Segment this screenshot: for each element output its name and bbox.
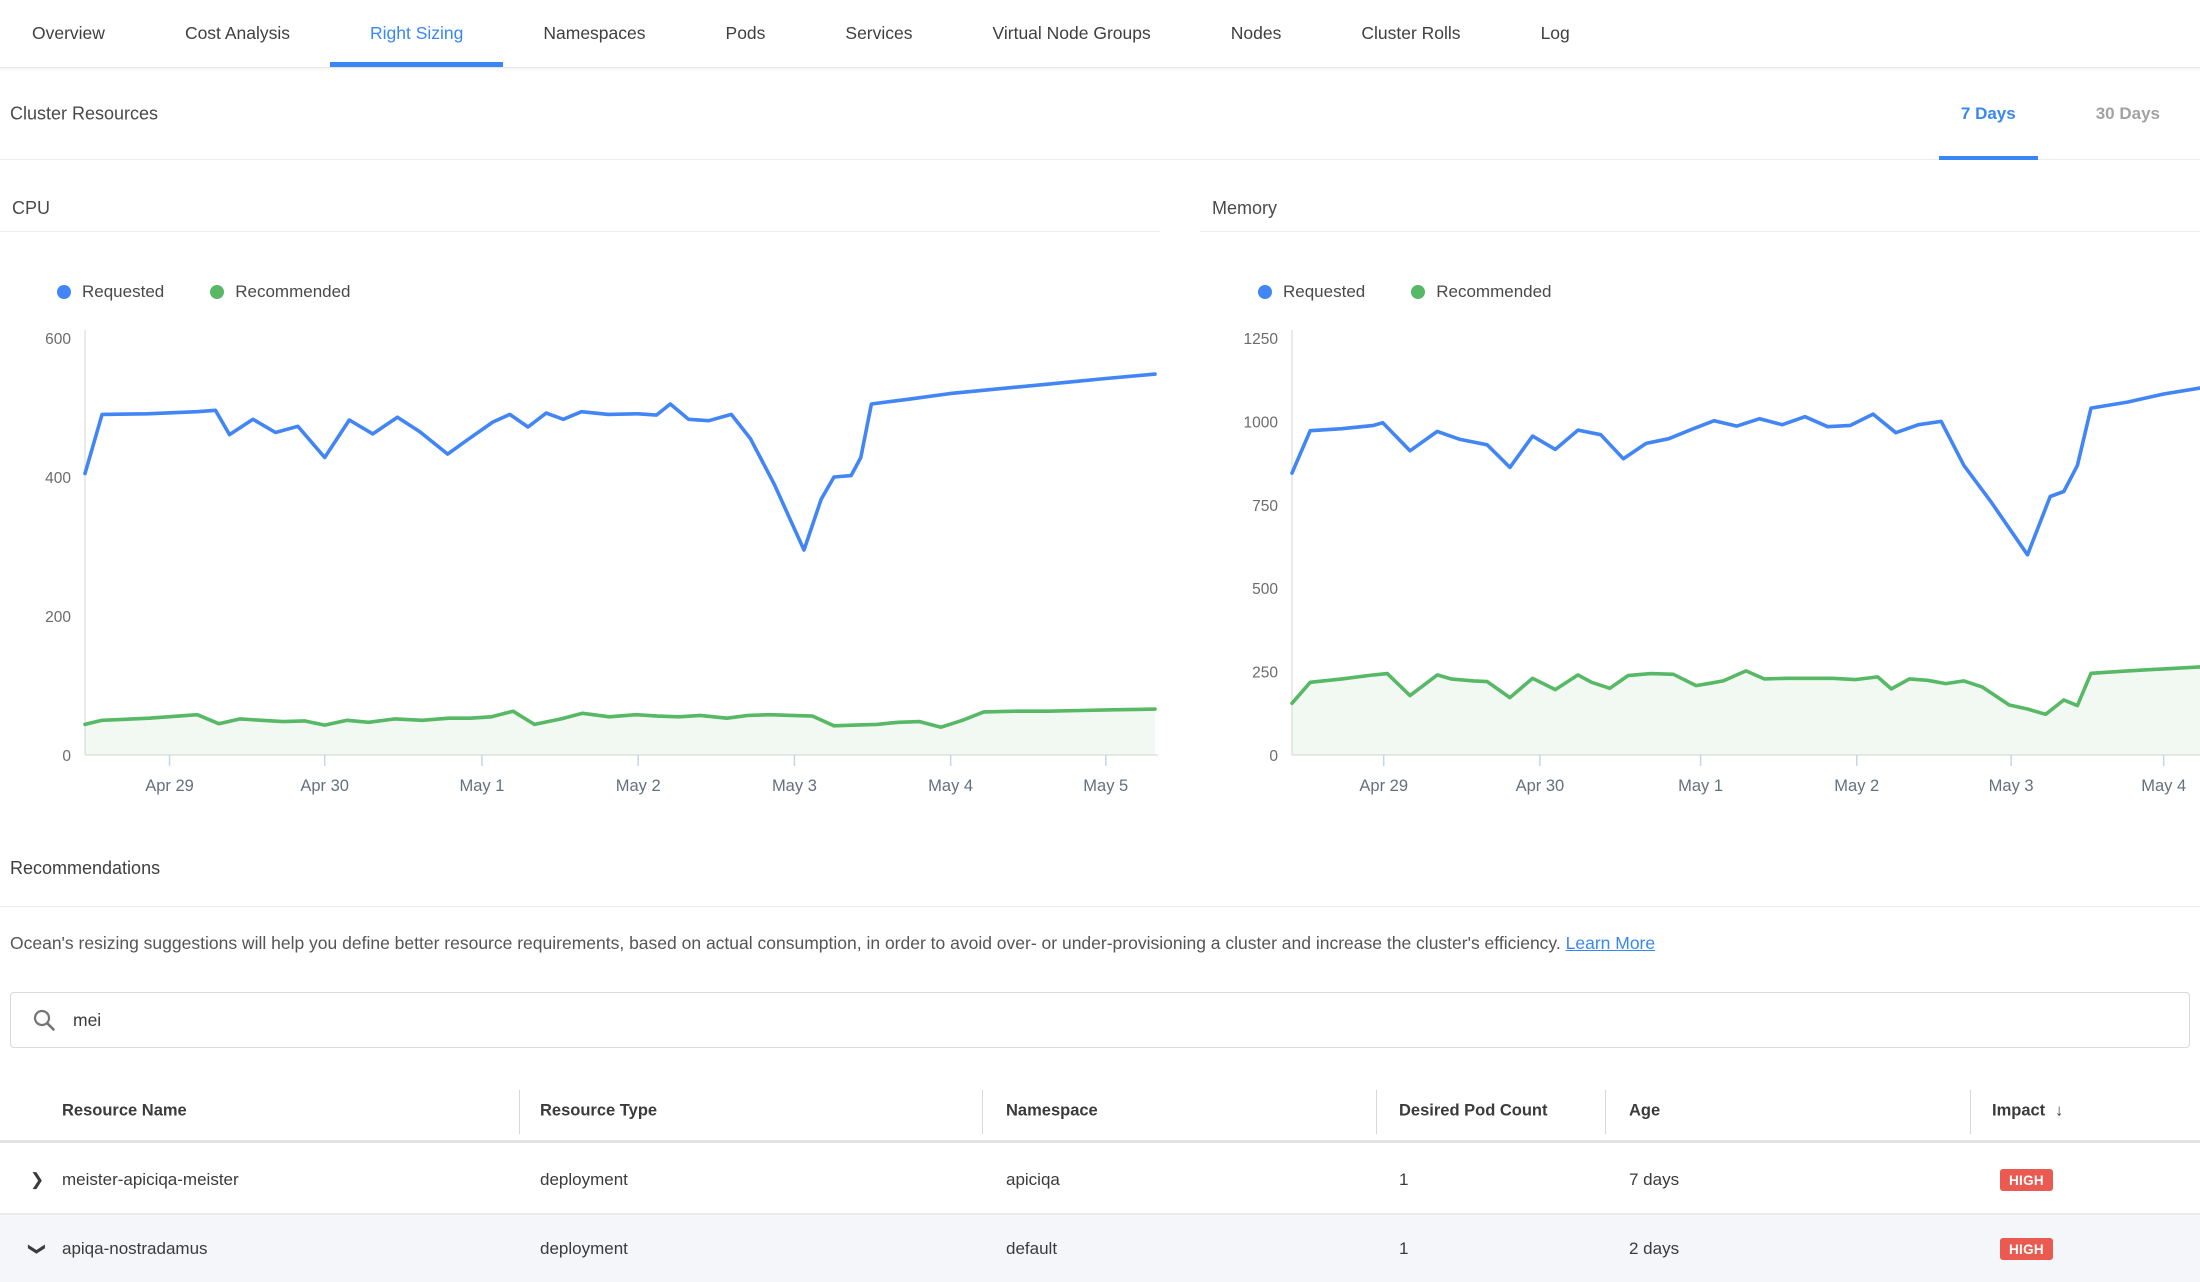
resource-type-cell: deployment [540,1239,628,1259]
svg-text:Apr 29: Apr 29 [145,777,194,795]
desired-pod-count-cell: 1 [1399,1170,1408,1190]
svg-text:May 4: May 4 [2141,777,2186,795]
tab-virtual-node-groups[interactable]: Virtual Node Groups [953,0,1191,67]
memory-chart: 0 250 500 750 1000 1250 Apr 29 Apr 30 May 1 May 2… [1210,315,2200,800]
svg-text:0: 0 [62,748,71,765]
search-box[interactable] [10,992,2190,1048]
period-tab-7-days[interactable]: 7 Days [1921,68,2056,159]
table-row: ❯ apiqa-nostradamus deployment default 1 2 da… [0,1215,2200,1282]
svg-text:Apr 29: Apr 29 [1359,777,1408,795]
col-header-resource-name[interactable]: Resource Name [62,1102,187,1121]
svg-text:May 5: May 5 [1083,777,1128,795]
col-header-age[interactable]: Age [1629,1102,1660,1121]
resource-name-link[interactable]: meister-apiciqa-meister [62,1170,239,1190]
col-header-impact[interactable]: Impact↓ [1992,1102,2063,1121]
impact-cell: HIGH [2000,1169,2053,1191]
svg-text:May 3: May 3 [772,777,817,795]
age-cell: 2 days [1629,1239,1679,1259]
cpu-title-divider [0,231,1160,232]
tab-cluster-rolls[interactable]: Cluster Rolls [1321,0,1500,67]
table-header: Resource Name Resource Type Namespace De… [0,1082,2200,1143]
chevron-right-icon[interactable]: ❯ [30,1170,44,1190]
tab-namespaces[interactable]: Namespaces [503,0,685,67]
tab-overview[interactable]: Overview [0,0,145,67]
svg-text:0: 0 [1269,748,1278,765]
legend-item-recommended[interactable]: Recommended [1411,282,1551,302]
column-separator [519,1090,520,1134]
svg-text:May 3: May 3 [1989,777,2034,795]
svg-text:Apr 30: Apr 30 [300,777,349,795]
col-header-desired-pod-count[interactable]: Desired Pod Count [1399,1102,1548,1121]
arrow-down-icon[interactable]: ↓ [2055,1103,2063,1120]
svg-text:750: 750 [1252,498,1278,515]
svg-text:May 4: May 4 [928,777,973,795]
tab-log[interactable]: Log [1501,0,1610,67]
requested-dot-icon [1258,285,1272,299]
svg-text:200: 200 [45,609,71,626]
legend-label: Recommended [235,282,350,302]
svg-text:250: 250 [1252,665,1278,682]
recommendations-text: Ocean's resizing suggestions will help y… [10,933,1566,953]
impact-cell: HIGH [2000,1238,2053,1260]
svg-text:Apr 30: Apr 30 [1516,777,1565,795]
svg-text:400: 400 [45,470,71,487]
memory-title-divider [1200,231,2200,232]
recommendations-title: Recommendations [10,858,160,879]
tab-pods[interactable]: Pods [686,0,806,67]
requested-dot-icon [57,285,71,299]
learn-more-link[interactable]: Learn More [1566,933,1656,953]
column-separator [1376,1090,1377,1134]
namespace-cell: default [1006,1239,1057,1259]
cpu-legend: Requested Recommended [57,282,397,302]
svg-text:1250: 1250 [1244,331,1279,348]
svg-text:600: 600 [45,331,71,348]
svg-text:500: 500 [1252,581,1278,598]
svg-text:May 1: May 1 [1678,777,1723,795]
col-header-resource-type[interactable]: Resource Type [540,1102,657,1121]
search-icon [31,1007,57,1033]
namespace-cell: apiciqa [1006,1170,1060,1190]
cluster-resources-header: Cluster Resources 7 Days30 Days [0,68,2200,160]
age-cell: 7 days [1629,1170,1679,1190]
recommended-dot-icon [1411,285,1425,299]
table-row: ❯ meister-apiciqa-meister deployment apiciq… [0,1146,2200,1213]
svg-text:May 1: May 1 [460,777,505,795]
column-separator [982,1090,983,1134]
memory-legend: Requested Recommended [1258,282,1598,302]
tab-nodes[interactable]: Nodes [1191,0,1322,67]
tab-cost-analysis[interactable]: Cost Analysis [145,0,330,67]
period-tabs: 7 Days30 Days [1921,68,2200,159]
cpu-chart: 0 200 400 600 Apr 29 Apr 30 May 1 May 2 May 3 May… [0,315,1160,800]
desired-pod-count-cell: 1 [1399,1239,1408,1259]
impact-badge: HIGH [2000,1238,2053,1260]
tab-right-sizing[interactable]: Right Sizing [330,0,503,67]
legend-label: Requested [1283,282,1365,302]
recommendations-description: Ocean's resizing suggestions will help y… [10,930,2160,957]
svg-text:1000: 1000 [1244,414,1279,431]
legend-item-requested[interactable]: Requested [57,282,164,302]
column-separator [1605,1090,1606,1134]
svg-text:May 2: May 2 [616,777,661,795]
impact-badge: HIGH [2000,1169,2053,1191]
cluster-resources-title: Cluster Resources [10,103,158,124]
recommendations-divider [0,906,2200,907]
col-header-namespace[interactable]: Namespace [1006,1102,1098,1121]
legend-item-recommended[interactable]: Recommended [210,282,350,302]
cpu-chart-title: CPU [12,198,50,219]
resource-name-link[interactable]: apiqa-nostradamus [62,1239,208,1259]
legend-item-requested[interactable]: Requested [1258,282,1365,302]
tab-services[interactable]: Services [805,0,952,67]
legend-label: Recommended [1436,282,1551,302]
column-separator [1970,1090,1971,1134]
top-tab-bar: OverviewCost AnalysisRight SizingNamespa… [0,0,2200,68]
svg-text:May 2: May 2 [1834,777,1879,795]
search-input[interactable] [71,993,2189,1047]
chevron-down-icon[interactable]: ❯ [27,1241,47,1255]
resource-type-cell: deployment [540,1170,628,1190]
recommended-dot-icon [210,285,224,299]
period-tab-30-days[interactable]: 30 Days [2056,68,2200,159]
memory-chart-title: Memory [1212,198,1277,219]
legend-label: Requested [82,282,164,302]
